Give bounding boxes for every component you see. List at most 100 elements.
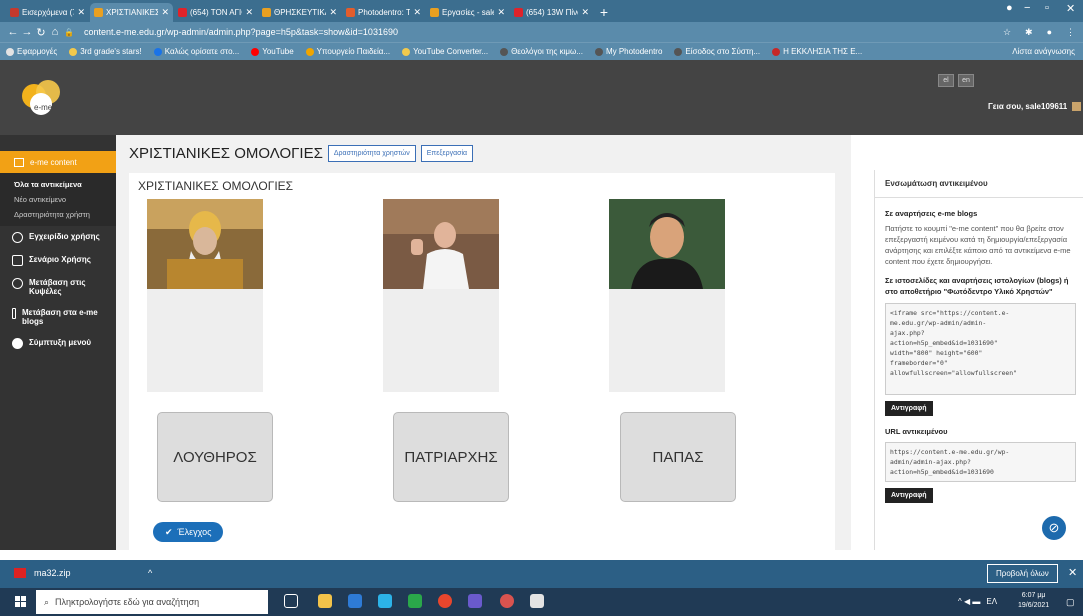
- bookmark-favicon-icon: [251, 47, 260, 56]
- iframe-code-field[interactable]: <iframe src="https://content.e- me.edu.g…: [885, 303, 1076, 395]
- clock[interactable]: 6:07 μμ 19/6/2021: [1018, 591, 1049, 611]
- bookmark-label: Είσοδος στο Σύστη...: [685, 47, 761, 56]
- app-icon[interactable]: [408, 594, 422, 608]
- blog-icon: [12, 308, 16, 319]
- answer-tile-luther[interactable]: ΛΟΥΘΗΡΟΣ: [157, 412, 273, 502]
- tab-label: (654) ΤΟΝ ΑΓΙΟΝ: [190, 8, 242, 17]
- download-item[interactable]: ma32.zip: [14, 568, 71, 578]
- tab-close-icon[interactable]: ✕: [329, 7, 337, 18]
- close-downloads-button[interactable]: ✕: [1068, 566, 1077, 579]
- chrome-profile-icon[interactable]: [500, 594, 514, 608]
- user-activity-button[interactable]: Δραστηριότητα χρηστών: [327, 145, 416, 162]
- back-arrow-icon[interactable]: ←: [6, 26, 20, 38]
- user-greeting[interactable]: Γεια σου, sale109611: [988, 102, 1082, 111]
- profile-icon[interactable]: ●: [1006, 2, 1013, 14]
- input-language[interactable]: ΕΛ: [986, 597, 997, 606]
- file-explorer-icon[interactable]: [318, 594, 332, 608]
- tab-close-icon[interactable]: ✕: [581, 7, 589, 18]
- svg-text:e-me: e-me: [34, 103, 53, 112]
- answer-tile-patriarch[interactable]: ΠΑΤΡΙΑΡΧΗΣ: [393, 412, 509, 502]
- maximize-button[interactable]: ▫: [1045, 2, 1049, 14]
- notifications-icon[interactable]: ▢: [1066, 597, 1075, 608]
- browser-tab[interactable]: (654) 13W Πίνακες - Yo✕: [510, 3, 593, 22]
- reload-icon[interactable]: ↻: [34, 26, 48, 39]
- image-column-3: [609, 199, 725, 392]
- star-icon[interactable]: ☆: [1003, 27, 1011, 38]
- new-tab-button[interactable]: +: [594, 3, 614, 22]
- sidebar-item-scenario[interactable]: Σενάριο Χρήσης: [0, 249, 116, 272]
- bookmark-item[interactable]: My Photodentro: [594, 47, 662, 56]
- tab-close-icon[interactable]: ✕: [497, 7, 505, 18]
- bookmark-favicon-icon: [772, 47, 781, 56]
- sidebar-item-e-me-content[interactable]: e-me content: [0, 151, 116, 173]
- browser-tab[interactable]: ΘΡΗΣΚΕΥΤΙΚΑ-Γ1-ΓΥΜΙ✕: [258, 3, 341, 22]
- paint-icon[interactable]: [530, 594, 544, 608]
- tray-icons[interactable]: ^ ◀ ▬: [958, 597, 980, 606]
- menu-icon[interactable]: ⋮: [1066, 27, 1075, 38]
- windows-start-icon[interactable]: [15, 596, 26, 607]
- lock-icon: 🔒: [64, 27, 74, 37]
- tab-close-icon[interactable]: ✕: [245, 7, 253, 18]
- h5p-activity: ΧΡΙΣΤΙΑΝΙΚΕΣ ΟΜΟΛΟΓΙΕΣ ΛΟΥΘΗΡΟΣ ΠΑΤΡΙΑΡΧ…: [129, 173, 835, 550]
- edge-icon[interactable]: [378, 594, 392, 608]
- forward-arrow-icon[interactable]: →: [20, 26, 34, 38]
- lang-en-button[interactable]: en: [958, 74, 974, 87]
- embed-url-field[interactable]: https://content.e-me.edu.gr/wp- admin/ad…: [885, 442, 1076, 482]
- bookmark-item[interactable]: Είσοδος στο Σύστη...: [674, 47, 760, 56]
- mail-icon[interactable]: [348, 594, 362, 608]
- sidebar-item-blogs[interactable]: Μετάβαση στα e-me blogs: [0, 302, 116, 332]
- extensions-icon[interactable]: ✱: [1025, 27, 1033, 38]
- bookmark-item[interactable]: 3rd grade's stars!: [69, 47, 142, 56]
- bookmark-item[interactable]: YouTube: [251, 47, 294, 56]
- task-view-icon[interactable]: [284, 594, 298, 608]
- taskbar-search[interactable]: ⌕ Πληκτρολογήστε εδώ για αναζήτηση: [36, 590, 268, 614]
- sidebar-item-manual[interactable]: Εγχειρίδιο χρήσης: [0, 226, 116, 249]
- sidebar-sub-new-item[interactable]: Νέο αντικείμενο: [0, 192, 116, 207]
- answer-tile-pope[interactable]: ΠΑΠΑΣ: [620, 412, 736, 502]
- sidebar-collapse-menu[interactable]: Σύμπτυξη μενού: [0, 332, 116, 355]
- browser-tab[interactable]: Photodentro: Το Σχίσμ✕: [342, 3, 425, 22]
- tab-close-icon[interactable]: ✕: [77, 7, 85, 18]
- e-me-logo[interactable]: e-me: [14, 76, 76, 118]
- minimize-button[interactable]: −: [1024, 2, 1030, 14]
- home-icon[interactable]: ⌂: [48, 26, 62, 38]
- bookmark-item[interactable]: Θεολόγοι της κιμω...: [500, 47, 583, 56]
- close-window-button[interactable]: ✕: [1066, 2, 1075, 15]
- bookmark-favicon-icon: [402, 47, 411, 56]
- greeting-text: Γεια σου, sale109611: [988, 102, 1068, 111]
- bookmark-item[interactable]: Υπουργείο Παιδεία...: [305, 47, 390, 56]
- bookmark-item[interactable]: Καλώς ορίσατε στο...: [153, 47, 239, 56]
- tab-close-icon[interactable]: ✕: [161, 7, 169, 18]
- tab-favicon-icon: [346, 8, 355, 17]
- copy-url-button[interactable]: Αντιγραφή: [885, 488, 933, 503]
- sidebar-sub-user-activity[interactable]: Δραστηριότητα χρήστη: [0, 207, 116, 222]
- browser-tab[interactable]: ΧΡΙΣΤΙΑΝΙΚΕΣ ΟΜΟΛΟΓ✕: [90, 3, 173, 22]
- browser-tab[interactable]: Εισερχόμενα (760) - sou✕: [6, 3, 89, 22]
- tab-label: ΧΡΙΣΤΙΑΝΙΚΕΣ ΟΜΟΛΟΓ: [106, 8, 159, 17]
- search-icon: ⌕: [44, 596, 50, 607]
- embed-sites-title: Σε ιστοσελίδες και αναρτήσεις ιστολογίων…: [885, 276, 1069, 296]
- profile-avatar-icon[interactable]: ●: [1047, 27, 1052, 37]
- tab-close-icon[interactable]: ✕: [413, 7, 421, 18]
- reading-list[interactable]: Λίστα ανάγνωσης: [1012, 47, 1075, 56]
- url-field[interactable]: content.e-me.edu.gr/wp-admin/admin.php?p…: [84, 27, 1003, 37]
- show-all-downloads-button[interactable]: Προβολή όλων: [987, 564, 1058, 583]
- edit-button[interactable]: Επεξεργασία: [420, 145, 474, 162]
- app2-icon[interactable]: [468, 594, 482, 608]
- bookmark-item[interactable]: Η ΕΚΚΛΗΣΙΑ ΤΗΣ Ε...: [772, 47, 862, 56]
- bookmark-item[interactable]: Εφαρμογές: [6, 47, 57, 56]
- tab-label: (654) 13W Πίνακες - Yo: [526, 8, 578, 17]
- browser-tab[interactable]: Εργασίες - sale109611✕: [426, 3, 509, 22]
- check-button[interactable]: ✔ Έλεγχος: [153, 522, 224, 542]
- downloads-bar: ma32.zip ^ Προβολή όλων ✕: [0, 560, 1083, 588]
- sidebar-sub-all-items[interactable]: Όλα τα αντικείμενα: [0, 177, 116, 192]
- browser-tab[interactable]: (654) ΤΟΝ ΑΓΙΟΝ✕: [174, 3, 257, 22]
- bookmark-label: Θεολόγοι της κιμω...: [511, 47, 583, 56]
- chrome-icon[interactable]: [438, 594, 452, 608]
- copy-iframe-button[interactable]: Αντιγραφή: [885, 401, 933, 416]
- bookmark-item[interactable]: YouTube Converter...: [402, 47, 488, 56]
- lang-el-button[interactable]: el: [938, 74, 954, 87]
- accessibility-icon[interactable]: ⊘: [1040, 514, 1068, 542]
- chevron-up-icon[interactable]: ^: [148, 568, 152, 578]
- sidebar-item-hives[interactable]: Μετάβαση στις Κυψέλες: [0, 272, 116, 302]
